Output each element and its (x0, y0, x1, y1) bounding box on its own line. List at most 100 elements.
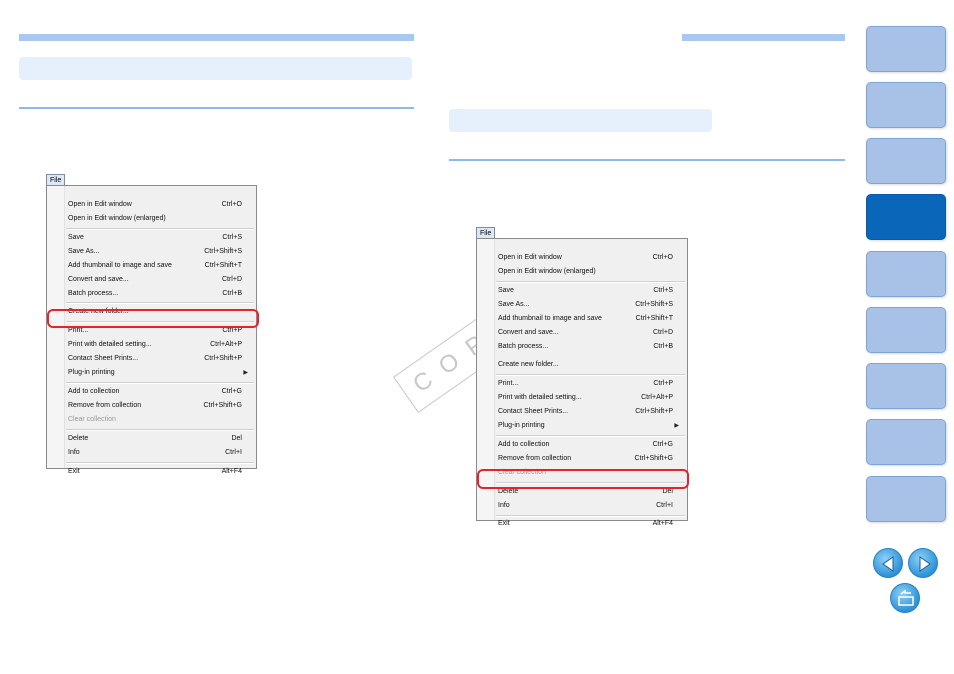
menu-item-contact-sheet[interactable]: Contact Sheet Prints... Ctrl+Shift+P (498, 406, 679, 418)
menu-separator (66, 302, 254, 304)
menu-item-shortcut: Ctrl+S (653, 287, 673, 294)
menu-separator (66, 462, 254, 464)
menu-item-label: Plug-in printing (498, 422, 545, 429)
subsection-pill-left (19, 57, 412, 80)
menu-item-shortcut: Ctrl+Shift+T (635, 315, 673, 322)
menu-item-shortcut: Ctrl+P (653, 380, 673, 387)
menu-item-shortcut: Ctrl+B (653, 343, 673, 350)
menu-item-batch-process[interactable]: Batch process... Ctrl+B (498, 341, 679, 353)
menu-item-label: Convert and save... (68, 276, 129, 283)
menu-item-label: Remove from collection (498, 455, 572, 462)
menu-item-label: Save As... (68, 248, 100, 255)
menu-item-convert-save[interactable]: Convert and save... Ctrl+D (68, 274, 248, 286)
menu-item-save-as[interactable]: Save As... Ctrl+Shift+S (68, 246, 248, 258)
menu-item-save-as[interactable]: Save As... Ctrl+Shift+S (498, 299, 679, 311)
menu-item-exit[interactable]: Exit Alt+F4 (498, 518, 679, 530)
menu-item-info[interactable]: Info Ctrl+I (498, 500, 679, 512)
menu-item-shortcut: Ctrl+B (222, 290, 242, 297)
menu-item-convert-save[interactable]: Convert and save... Ctrl+D (498, 327, 679, 339)
return-icon (898, 589, 914, 606)
menu-item-label: Exit (498, 520, 510, 527)
menu-item-label: Print... (498, 380, 519, 387)
menu-item-remove-collection[interactable]: Remove from collection Ctrl+Shift+G (68, 400, 248, 412)
menu-item-label: Remove from collection (68, 402, 142, 409)
menu-item-add-thumbnail[interactable]: Add thumbnail to image and save Ctrl+Shif… (68, 260, 248, 272)
menu-item-shortcut: Ctrl+Alt+P (641, 394, 673, 401)
return-button[interactable] (890, 583, 920, 613)
menu-item-label: Contact Sheet Prints... (68, 355, 139, 362)
menu-separator (66, 382, 254, 384)
menu-item-open-edit-window[interactable]: Open in Edit window Ctrl+O (498, 252, 679, 264)
menu-item-plugin-printing[interactable]: Plug-in printing ▶ (68, 367, 248, 379)
chapter-tab-3[interactable] (866, 138, 946, 184)
chapter-tab-6[interactable] (866, 307, 946, 353)
menu-item-add-collection[interactable]: Add to collection Ctrl+G (498, 439, 679, 451)
menu-item-label: Add to collection (68, 388, 120, 395)
menu-item-shortcut: Alt+F4 (221, 468, 242, 475)
menu-item-open-edit-window[interactable]: Open in Edit window Ctrl+O (68, 199, 248, 211)
menu-separator (496, 435, 685, 437)
menu-item-shortcut: Ctrl+O (652, 254, 673, 261)
step-rule-left (19, 107, 414, 109)
menu-item-shortcut: Ctrl+Shift+S (635, 301, 673, 308)
menu-item-shortcut: Ctrl+Shift+G (203, 402, 242, 409)
menu-item-open-edit-window-enlarged[interactable]: Open in Edit window (enlarged) (68, 213, 248, 225)
menu-item-info[interactable]: Info Ctrl+I (68, 447, 248, 459)
menu-item-create-folder[interactable]: Create new folder... (498, 359, 679, 371)
menu-item-shortcut: Ctrl+Shift+P (635, 408, 673, 415)
menu-item-label: Open in Edit window (68, 201, 132, 208)
chapter-tab-4-active[interactable] (866, 194, 946, 240)
menu-item-add-thumbnail[interactable]: Add thumbnail to image and save Ctrl+Shif… (498, 313, 679, 325)
menu-item-delete[interactable]: Delete Del (68, 433, 248, 445)
menu-item-label: Save As... (498, 301, 530, 308)
menu-item-label: Print with detailed setting... (68, 341, 152, 348)
menu-item-batch-process[interactable]: Batch process... Ctrl+B (68, 288, 248, 300)
menu-item-label: Add thumbnail to image and save (68, 262, 172, 269)
menu-item-label: Open in Edit window (enlarged) (498, 268, 596, 275)
menu-item-print[interactable]: Print... Ctrl+P (498, 378, 679, 390)
menu-separator (66, 429, 254, 431)
chapter-tab-9[interactable] (866, 476, 946, 522)
menu-item-shortcut: Ctrl+I (225, 449, 242, 456)
menu-item-label: Info (498, 502, 510, 509)
menu-item-shortcut: Ctrl+G (221, 388, 242, 395)
chapter-tab-5[interactable] (866, 251, 946, 297)
menu-item-print-detailed[interactable]: Print with detailed setting... Ctrl+Alt+P (498, 392, 679, 404)
menu-item-label: Create new folder... (498, 361, 559, 368)
menu-item-plugin-printing[interactable]: Plug-in printing ▶ (498, 420, 679, 432)
next-page-button[interactable] (908, 548, 938, 578)
chapter-tab-2[interactable] (866, 82, 946, 128)
menu-item-save[interactable]: Save Ctrl+S (498, 285, 679, 297)
menu-item-clear-collection: Clear collection (68, 414, 248, 426)
subsection-pill-right (449, 109, 712, 132)
chapter-tab-8[interactable] (866, 419, 946, 465)
menu-item-exit[interactable]: Exit Alt+F4 (68, 466, 248, 478)
section-header-bar-left (19, 34, 414, 41)
menu-item-label: Contact Sheet Prints... (498, 408, 569, 415)
menu-item-label: Save (498, 287, 514, 294)
menu-item-shortcut: Ctrl+G (652, 441, 673, 448)
menu-item-remove-collection[interactable]: Remove from collection Ctrl+Shift+G (498, 453, 679, 465)
chapter-tab-1[interactable] (866, 26, 946, 72)
menu-item-shortcut: Ctrl+Shift+T (204, 262, 242, 269)
menu-item-shortcut: Del (231, 435, 242, 442)
menu-item-label: Print with detailed setting... (498, 394, 582, 401)
submenu-arrow-icon: ▶ (674, 423, 679, 429)
menu-item-label: Delete (68, 435, 89, 442)
highlight-delete-right (477, 469, 689, 489)
menu-item-shortcut: Ctrl+I (656, 502, 673, 509)
previous-page-button[interactable] (873, 548, 903, 578)
menu-item-add-collection[interactable]: Add to collection Ctrl+G (68, 386, 248, 398)
menu-item-label: Info (68, 449, 80, 456)
chapter-tab-7[interactable] (866, 363, 946, 409)
menu-item-label: Convert and save... (498, 329, 559, 336)
submenu-arrow-icon: ▶ (243, 370, 248, 376)
arrow-left-icon (882, 556, 894, 572)
menu-item-print-detailed[interactable]: Print with detailed setting... Ctrl+Alt+P (68, 339, 248, 351)
menu-item-label: Batch process... (498, 343, 549, 350)
menu-item-save[interactable]: Save Ctrl+S (68, 232, 248, 244)
menu-item-contact-sheet[interactable]: Contact Sheet Prints... Ctrl+Shift+P (68, 353, 248, 365)
menu-item-shortcut: Ctrl+O (221, 201, 242, 208)
menu-item-open-edit-window-enlarged[interactable]: Open in Edit window (enlarged) (498, 266, 679, 278)
menu-separator (66, 228, 254, 230)
